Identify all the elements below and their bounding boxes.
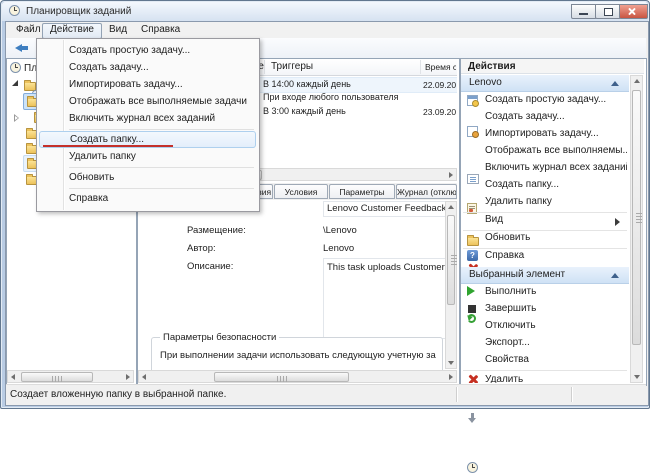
- actions-header: Действия: [461, 59, 644, 74]
- separator: [463, 230, 627, 231]
- scroll-up-icon[interactable]: [448, 205, 454, 209]
- scroll-thumb[interactable]: [632, 90, 642, 345]
- task-trigger: В 3:00 каждый день: [263, 106, 346, 116]
- menubar: Файл Действие Вид Справка: [6, 22, 646, 39]
- minimize-icon: [579, 13, 588, 15]
- red-underline-annotation: [43, 145, 173, 147]
- separator: [463, 248, 627, 249]
- window-title: Планировщик заданий: [26, 6, 132, 17]
- disable-icon: [467, 413, 478, 424]
- separator: [463, 370, 627, 371]
- security-group-label: Параметры безопасности: [160, 332, 280, 343]
- author-value: Lenovo: [323, 243, 355, 254]
- help-icon: [467, 250, 478, 261]
- scroll-thumb[interactable]: [214, 372, 349, 382]
- app-window: Планировщик заданий Файл Действие Вид Сп…: [0, 0, 650, 473]
- details-vscrollbar[interactable]: [445, 201, 457, 369]
- expander-closed-icon[interactable]: [14, 114, 19, 122]
- scroll-thumb[interactable]: [447, 215, 457, 305]
- statusbar-divider: [571, 387, 573, 402]
- menu-item-delete-folder[interactable]: Удалить папку: [39, 148, 256, 165]
- app-clock-icon: [9, 5, 20, 16]
- menu-item-create-task[interactable]: Создать задачу...: [39, 59, 256, 76]
- task-next-run: 23.09.2016 3:5: [423, 106, 456, 117]
- scheduler-clock-icon: [10, 62, 21, 73]
- maximize-button[interactable]: [595, 4, 621, 19]
- menu-separator: [69, 129, 254, 130]
- collapse-icon[interactable]: [611, 81, 619, 86]
- tab-history[interactable]: Журнал (отключен): [396, 184, 457, 199]
- tab-settings[interactable]: Параметры: [329, 184, 395, 199]
- folder-icon: [467, 235, 479, 246]
- tab-conditions[interactable]: Условия: [274, 184, 328, 199]
- task-trigger: В 14:00 каждый день: [263, 79, 351, 89]
- scroll-right-icon[interactable]: [449, 374, 453, 380]
- column-triggers[interactable]: Триггеры: [271, 61, 411, 72]
- scroll-up-icon[interactable]: [634, 79, 640, 83]
- details-hscrollbar[interactable]: [138, 370, 457, 383]
- scroll-down-icon[interactable]: [448, 361, 454, 365]
- collapse-icon[interactable]: [611, 273, 619, 278]
- author-label: Автор:: [187, 243, 216, 254]
- menu-item-refresh[interactable]: Обновить: [39, 169, 256, 186]
- actions-section-lenovo[interactable]: Lenovo: [461, 75, 629, 92]
- column-divider[interactable]: [420, 60, 421, 74]
- statusbar: Создает вложенную папку в выбранной папк…: [6, 384, 646, 404]
- scroll-thumb[interactable]: [21, 372, 93, 382]
- section-title: Выбранный элемент: [469, 269, 566, 280]
- statusbar-divider: [456, 387, 458, 402]
- library-folder-icon: [24, 79, 39, 97]
- run-icon: [467, 286, 475, 296]
- submenu-arrow-icon: [615, 218, 620, 226]
- description-label: Описание:: [187, 261, 234, 272]
- action-dropdown-menu: Создать простую задачу... Создать задачу…: [36, 38, 260, 212]
- minimize-button[interactable]: [571, 4, 597, 19]
- menu-item-display-running[interactable]: Отображать все выполняемые задачи: [39, 93, 256, 110]
- stop-icon: [468, 305, 476, 313]
- scroll-right-icon[interactable]: [126, 374, 130, 380]
- column-divider[interactable]: [264, 60, 265, 74]
- expander-open-icon[interactable]: [12, 80, 18, 86]
- close-button[interactable]: [619, 4, 648, 19]
- description-value: This task uploads Customer Feedback Prog…: [323, 258, 451, 339]
- menu-item-create-basic-task[interactable]: Создать простую задачу...: [39, 42, 256, 59]
- menu-action[interactable]: Действие: [42, 23, 102, 39]
- location-value: \Lenovo: [323, 225, 357, 236]
- maximize-icon: [604, 8, 613, 16]
- task-trigger: При входе любого пользователя: [263, 92, 399, 102]
- security-text: При выполнении задачи использовать следу…: [160, 350, 436, 361]
- menu-help[interactable]: Справка: [134, 23, 187, 37]
- scroll-left-icon[interactable]: [11, 374, 15, 380]
- column-next-run[interactable]: Время следующего запуска: [425, 62, 456, 72]
- properties-clock-icon: [467, 462, 478, 473]
- scroll-left-icon[interactable]: [142, 374, 146, 380]
- task-next-run: 22.09.2016 14: [423, 79, 456, 90]
- menu-item-help[interactable]: Справка: [39, 190, 256, 207]
- task-icon: [467, 126, 479, 138]
- location-label: Размещение:: [187, 225, 246, 236]
- menu-separator: [69, 188, 254, 189]
- scroll-right-icon[interactable]: [449, 172, 453, 178]
- name-value: Lenovo Customer Feedback Program 64: [323, 201, 448, 217]
- statusbar-text: Создает вложенную папку в выбранной папк…: [10, 389, 227, 400]
- list-icon: [467, 174, 479, 184]
- menu-separator: [69, 167, 254, 168]
- scroll-down-icon[interactable]: [634, 375, 640, 379]
- simple-task-icon: [467, 95, 479, 107]
- tree-hscrollbar[interactable]: [7, 370, 134, 383]
- actions-section-selected[interactable]: Выбранный элемент: [461, 267, 629, 284]
- section-title: Lenovo: [469, 77, 502, 88]
- actions-vscrollbar[interactable]: [630, 75, 643, 383]
- menu-item-import-task[interactable]: Импортировать задачу...: [39, 76, 256, 93]
- separator: [463, 212, 627, 213]
- menu-item-enable-history[interactable]: Включить журнал всех заданий: [39, 110, 256, 127]
- refresh-icon: [467, 314, 476, 323]
- menu-view[interactable]: Вид: [102, 23, 134, 37]
- titlebar[interactable]: Планировщик заданий: [2, 2, 648, 21]
- actions-item[interactable]: Удалить: [461, 372, 629, 383]
- delete-red-x-icon: [467, 374, 478, 383]
- back-arrow-icon[interactable]: [15, 42, 29, 54]
